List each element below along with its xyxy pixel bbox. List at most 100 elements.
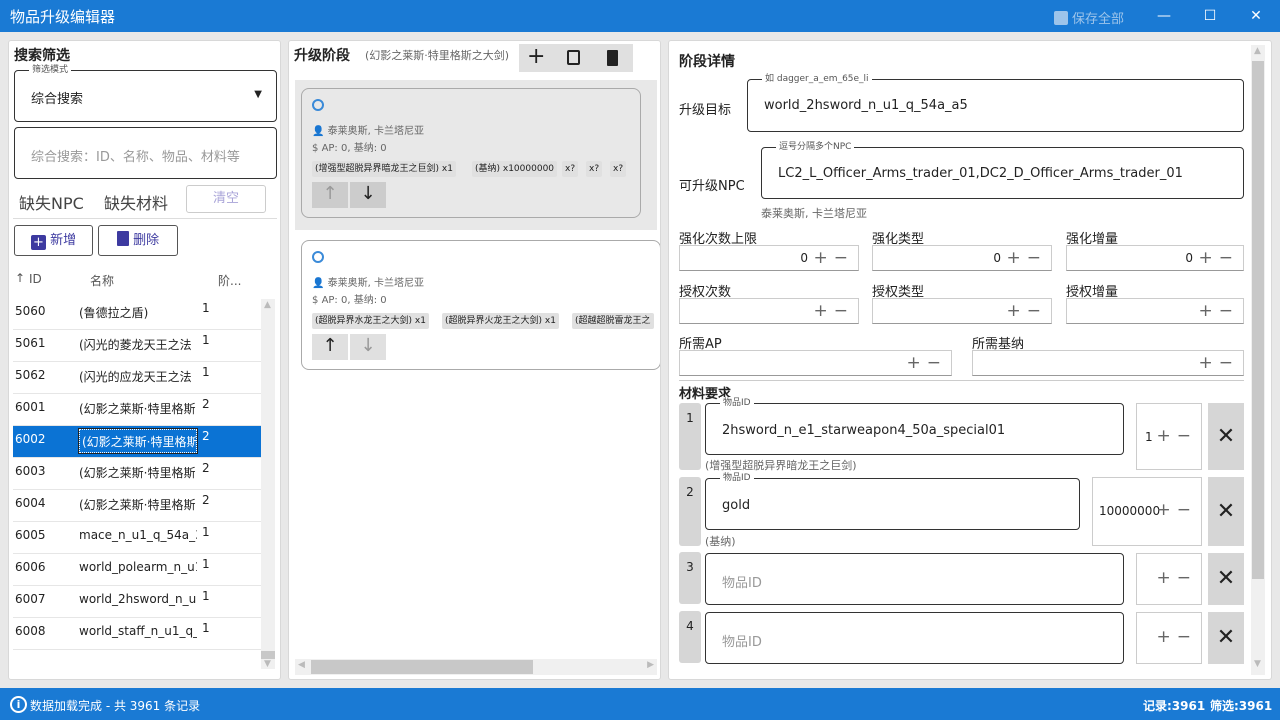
row-stage: 1 (202, 621, 210, 635)
row-id: 6001 (15, 400, 46, 414)
enhance-type-stepper[interactable]: 0 +− (872, 245, 1052, 271)
row-id: 6002 (15, 432, 46, 446)
auth-type-stepper[interactable]: +− (872, 298, 1052, 324)
plus-minus-icon[interactable]: +− (1157, 568, 1198, 588)
minimize-button[interactable]: — (1149, 4, 1179, 28)
row-name: (幻影之莱斯·特里格斯 (79, 498, 196, 512)
row-name: (闪光的菱龙天王之法 (79, 338, 192, 352)
chevron-down-icon: ▼ (254, 89, 262, 100)
plus-minus-icon[interactable]: +− (1157, 627, 1198, 647)
row-stage: 1 (202, 525, 210, 539)
remove-material-button[interactable]: ✕ (1208, 612, 1244, 664)
row-id: 6004 (15, 496, 46, 510)
quantity-stepper[interactable]: 10000000 +− (1092, 477, 1202, 546)
item-id-input[interactable]: 物品ID gold (705, 472, 1080, 530)
row-id: 6006 (15, 560, 46, 574)
plus-minus-icon[interactable]: +− (1199, 301, 1240, 321)
plus-minus-icon[interactable]: +− (1157, 426, 1198, 446)
delete-button[interactable]: 删除 (98, 225, 178, 256)
list-item[interactable]: 5061 (闪光的菱龙天王之法 1 (13, 330, 261, 362)
item-id-input[interactable]: 物品ID 2hsword_n_e1_starweapon4_50a_specia… (705, 397, 1124, 455)
plus-minus-icon[interactable]: +− (1007, 301, 1048, 321)
list-scrollbar[interactable]: ▲ ▼ (261, 299, 275, 669)
missing-material-toggle[interactable]: 缺失材料 (104, 190, 168, 214)
detail-scrollbar[interactable]: ▲ ▼ (1251, 45, 1265, 675)
copy-stage-button[interactable] (567, 50, 580, 65)
person-icon: 👤 (312, 278, 325, 289)
plus-minus-icon[interactable]: +− (814, 248, 855, 268)
kinah-stepper[interactable]: +− (972, 350, 1244, 376)
list-item[interactable]: 6005 mace_n_u1_q_54a_3 1 (13, 522, 261, 554)
plus-minus-icon[interactable]: +− (1199, 353, 1240, 373)
search-title: 搜索筛选 (14, 48, 70, 64)
remove-material-button[interactable]: ✕ (1208, 477, 1244, 546)
person-icon: 👤 (312, 126, 325, 137)
row-name: world_2hsword_n_u1 (79, 592, 197, 606)
missing-npc-toggle[interactable]: 缺失NPC (19, 190, 84, 214)
plus-minus-icon[interactable]: +− (814, 301, 855, 321)
list-item[interactable]: 6006 world_polearm_n_u1 1 (13, 554, 261, 586)
list-item[interactable]: 5062 (闪光的应龙天王之法 1 (13, 362, 261, 394)
npc-label: 可升级NPC (679, 179, 745, 194)
dollar-icon: $ (312, 295, 319, 306)
quantity-stepper[interactable]: +− (1136, 612, 1202, 664)
add-button[interactable]: + 新增 (14, 225, 93, 256)
row-stage: 1 (202, 365, 210, 379)
close-button[interactable]: ✕ (1241, 4, 1271, 28)
ap-stepper[interactable]: +− (679, 350, 952, 376)
list-item[interactable]: 6003 (幻影之莱斯·特里格斯 2 (13, 458, 261, 490)
row-name: (幻影之莱斯·特里格斯 (79, 466, 196, 480)
plus-minus-icon[interactable]: +− (1007, 248, 1048, 268)
enhance-inc-stepper[interactable]: 0 +− (1066, 245, 1244, 271)
plus-minus-icon[interactable]: +− (1157, 500, 1198, 520)
stage-icon (312, 99, 324, 111)
enhance-max-stepper[interactable]: 0 +− (679, 245, 859, 271)
item-id-input[interactable]: 物品ID (705, 612, 1124, 664)
dollar-icon: $ (312, 143, 319, 154)
list-item[interactable]: 6007 world_2hsword_n_u1 1 (13, 586, 261, 618)
list-item[interactable]: 6004 (幻影之莱斯·特里格斯 2 (13, 490, 261, 522)
move-up-button[interactable]: ↑ (312, 182, 348, 208)
delete-stage-button[interactable] (607, 50, 618, 66)
maximize-button[interactable]: ☐ (1195, 4, 1225, 28)
auth-inc-stepper[interactable]: +− (1066, 298, 1244, 324)
list-item[interactable]: 6001 (幻影之莱斯·特里格斯 2 (13, 394, 261, 426)
trash-icon (116, 231, 129, 246)
save-all-button[interactable]: 保存全部 (1054, 8, 1124, 27)
auth-count-stepper[interactable]: +− (679, 298, 859, 324)
move-down-button[interactable]: ↓ (350, 182, 386, 208)
stage-hscrollbar[interactable]: ◀ ▶ (295, 659, 657, 675)
sort-up-icon: ↑ (15, 271, 26, 285)
target-input[interactable]: 如 dagger_a_em_65e_li world_2hsword_n_u1_… (747, 73, 1244, 132)
row-id: 5060 (15, 304, 46, 318)
stage-toolbar: + (519, 44, 633, 72)
move-down-button[interactable]: ↓ (350, 334, 386, 360)
list-header[interactable]: ↑ ID 名称 阶... (13, 263, 265, 297)
row-stage: 1 (202, 301, 210, 315)
npc-input[interactable]: 逗号分隔多个NPC LC2_L_Officer_Arms_trader_01,D… (761, 141, 1244, 199)
remove-material-button[interactable]: ✕ (1208, 553, 1244, 605)
quantity-stepper[interactable]: 1 +− (1136, 403, 1202, 470)
clear-button[interactable]: 清空 (186, 185, 266, 213)
plus-minus-icon[interactable]: +− (907, 353, 948, 373)
list-item[interactable]: 6002 (幻影之莱斯·特里格斯 2 (13, 426, 261, 458)
plus-minus-icon[interactable]: +− (1199, 248, 1240, 268)
filter-mode-select[interactable]: 筛选模式 综合搜索 ▼ (14, 64, 277, 122)
row-name: (幻影之莱斯·特里格斯 (78, 428, 198, 454)
row-name: (闪光的应龙天王之法 (79, 370, 192, 384)
item-id-input[interactable]: 物品ID (705, 553, 1124, 605)
quantity-stepper[interactable]: +− (1136, 553, 1202, 605)
move-up-button[interactable]: ↑ (312, 334, 348, 360)
row-stage: 2 (202, 429, 210, 443)
row-stage: 2 (202, 397, 210, 411)
row-stage: 1 (202, 333, 210, 347)
search-input[interactable]: 综合搜索：ID、名称、物品、材料等 (14, 127, 277, 179)
list-item[interactable]: 6008 world_staff_n_u1_q_5 1 (13, 618, 261, 650)
stage-card-1[interactable]: 👤 泰莱奥斯, 卡兰塔尼亚 $ AP: 0, 基纳: 0 (增强型超脱异界暗龙王… (301, 88, 641, 218)
list-item[interactable]: 5060 (鲁德拉之盾) 1 (13, 298, 261, 330)
stage-card-2[interactable]: 👤 泰莱奥斯, 卡兰塔尼亚 $ AP: 0, 基纳: 0 (超脱异界水龙王之大剑… (301, 240, 660, 370)
status-message: 数据加载完成 - 共 3961 条记录 (30, 699, 201, 713)
add-stage-button[interactable]: + (527, 44, 545, 69)
row-name: (幻影之莱斯·特里格斯 (79, 402, 196, 416)
remove-material-button[interactable]: ✕ (1208, 403, 1244, 470)
